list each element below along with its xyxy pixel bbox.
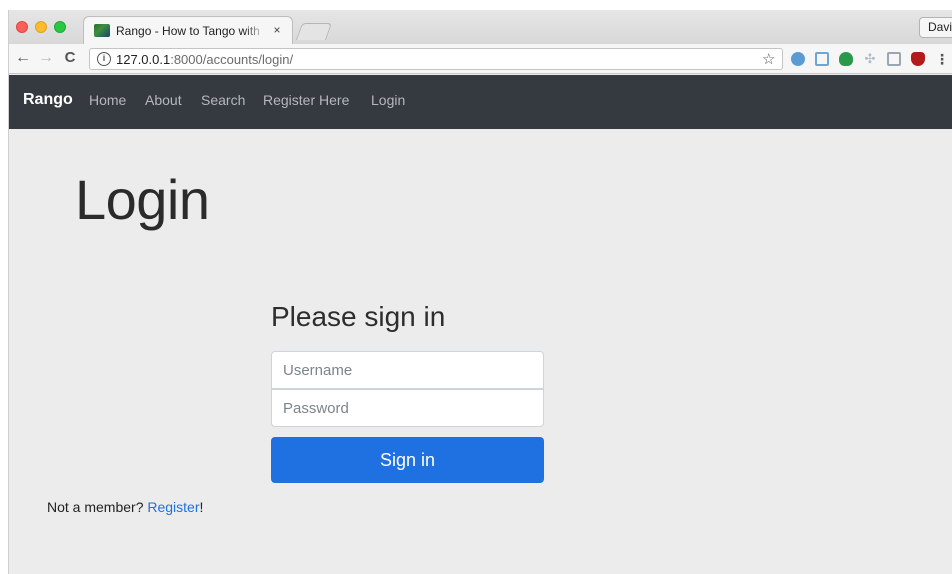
nav-link-login[interactable]: Login [371,92,405,108]
url-path: :8000/accounts/login/ [170,52,294,67]
register-link[interactable]: Register [147,499,199,515]
extension-screenshot-icon[interactable] [815,52,829,66]
tab-close-icon[interactable]: × [270,23,284,37]
extension-blue-icon[interactable] [791,52,805,66]
nav-link-search[interactable]: Search [201,92,245,108]
back-arrow-icon[interactable]: ← [14,49,32,67]
tab-title-fade [244,22,266,40]
browser-tab[interactable]: Rango - How to Tango with Dj × [83,16,293,44]
reload-icon[interactable]: C [61,49,79,67]
bookmark-star-icon[interactable]: ☆ [762,50,775,68]
sign-in-button[interactable]: Sign in [271,437,544,483]
info-icon[interactable]: i [97,52,111,66]
tab-title: Rango - How to Tango with Dj [116,24,264,38]
extension-comment-icon[interactable] [887,52,901,66]
register-prompt-suffix: ! [199,499,204,515]
register-prompt: Not a member? Register! [47,499,203,515]
password-input[interactable] [271,389,544,427]
brand-link[interactable]: Rango [23,91,73,109]
username-input[interactable] [271,351,544,389]
favicon-icon [94,24,110,37]
register-prompt-text: Not a member? [47,499,148,515]
close-window-button[interactable] [16,21,28,33]
profile-button[interactable]: David [919,17,952,38]
browser-window: Rango - How to Tango with Dj × David ← →… [8,10,952,574]
browser-menu-icon[interactable]: ⋮ [935,52,949,66]
page-content: Login Please sign in Sign in Not a membe… [9,129,952,574]
tab-strip: Rango - How to Tango with Dj × David [9,10,952,44]
site-navbar: Rango Home About Search Register Here Lo… [9,75,952,129]
minimize-window-button[interactable] [35,21,47,33]
address-bar[interactable]: i 127.0.0.1:8000/accounts/login/ ☆ [89,48,783,70]
url-host: 127.0.0.1 [116,52,171,67]
maximize-window-button[interactable] [54,21,66,33]
nav-link-home[interactable]: Home [89,92,126,108]
extension-evernote-icon[interactable] [839,52,853,66]
sign-in-heading: Please sign in [271,301,446,332]
browser-toolbar: ← → C i 127.0.0.1:8000/accounts/login/ ☆… [9,44,952,74]
page-title: Login [75,168,210,231]
extension-dropbox-icon[interactable]: ✣ [863,52,877,66]
forward-arrow-icon[interactable]: → [37,49,55,67]
nav-link-about[interactable]: About [145,92,182,108]
extension-ublock-icon[interactable] [911,52,925,66]
new-tab-button[interactable] [295,23,333,40]
url-text[interactable]: 127.0.0.1:8000/accounts/login/ [116,52,293,67]
nav-link-register[interactable]: Register Here [263,92,349,108]
